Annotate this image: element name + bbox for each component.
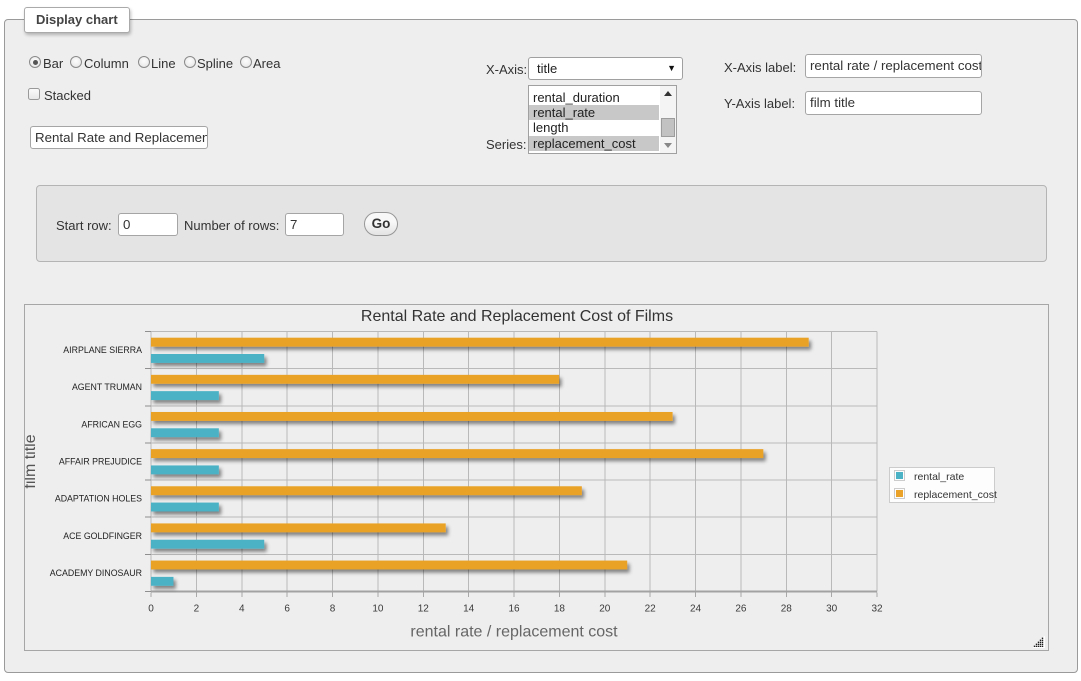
svg-text:0: 0 <box>148 604 154 615</box>
svg-text:2: 2 <box>194 604 200 615</box>
svg-text:AIRPLANE SIERRA: AIRPLANE SIERRA <box>63 345 142 355</box>
svg-text:30: 30 <box>826 604 838 615</box>
svg-text:26: 26 <box>735 604 747 615</box>
svg-text:ACADEMY DINOSAUR: ACADEMY DINOSAUR <box>50 568 142 578</box>
svg-text:Rental Rate and Replacement Co: Rental Rate and Replacement Cost of Film… <box>361 308 673 325</box>
svg-text:18: 18 <box>554 604 566 615</box>
svg-text:ACE GOLDFINGER: ACE GOLDFINGER <box>63 531 142 541</box>
svg-text:16: 16 <box>508 604 520 615</box>
svg-text:6: 6 <box>284 604 290 615</box>
svg-text:24: 24 <box>690 604 702 615</box>
svg-text:20: 20 <box>599 604 611 615</box>
svg-text:4: 4 <box>239 604 245 615</box>
svg-text:AFRICAN EGG: AFRICAN EGG <box>81 419 142 429</box>
svg-text:28: 28 <box>781 604 793 615</box>
svg-text:8: 8 <box>330 604 336 615</box>
svg-text:film title: film title <box>25 434 39 488</box>
svg-text:ADAPTATION HOLES: ADAPTATION HOLES <box>55 494 142 504</box>
svg-text:10: 10 <box>372 604 384 615</box>
svg-text:14: 14 <box>463 604 475 615</box>
svg-text:32: 32 <box>871 604 883 615</box>
svg-text:AFFAIR PREJUDICE: AFFAIR PREJUDICE <box>59 457 142 467</box>
svg-text:AGENT TRUMAN: AGENT TRUMAN <box>72 382 142 392</box>
svg-text:12: 12 <box>418 604 430 615</box>
svg-text:22: 22 <box>645 604 657 615</box>
svg-text:rental rate / replacement cost: rental rate / replacement cost <box>410 624 618 641</box>
